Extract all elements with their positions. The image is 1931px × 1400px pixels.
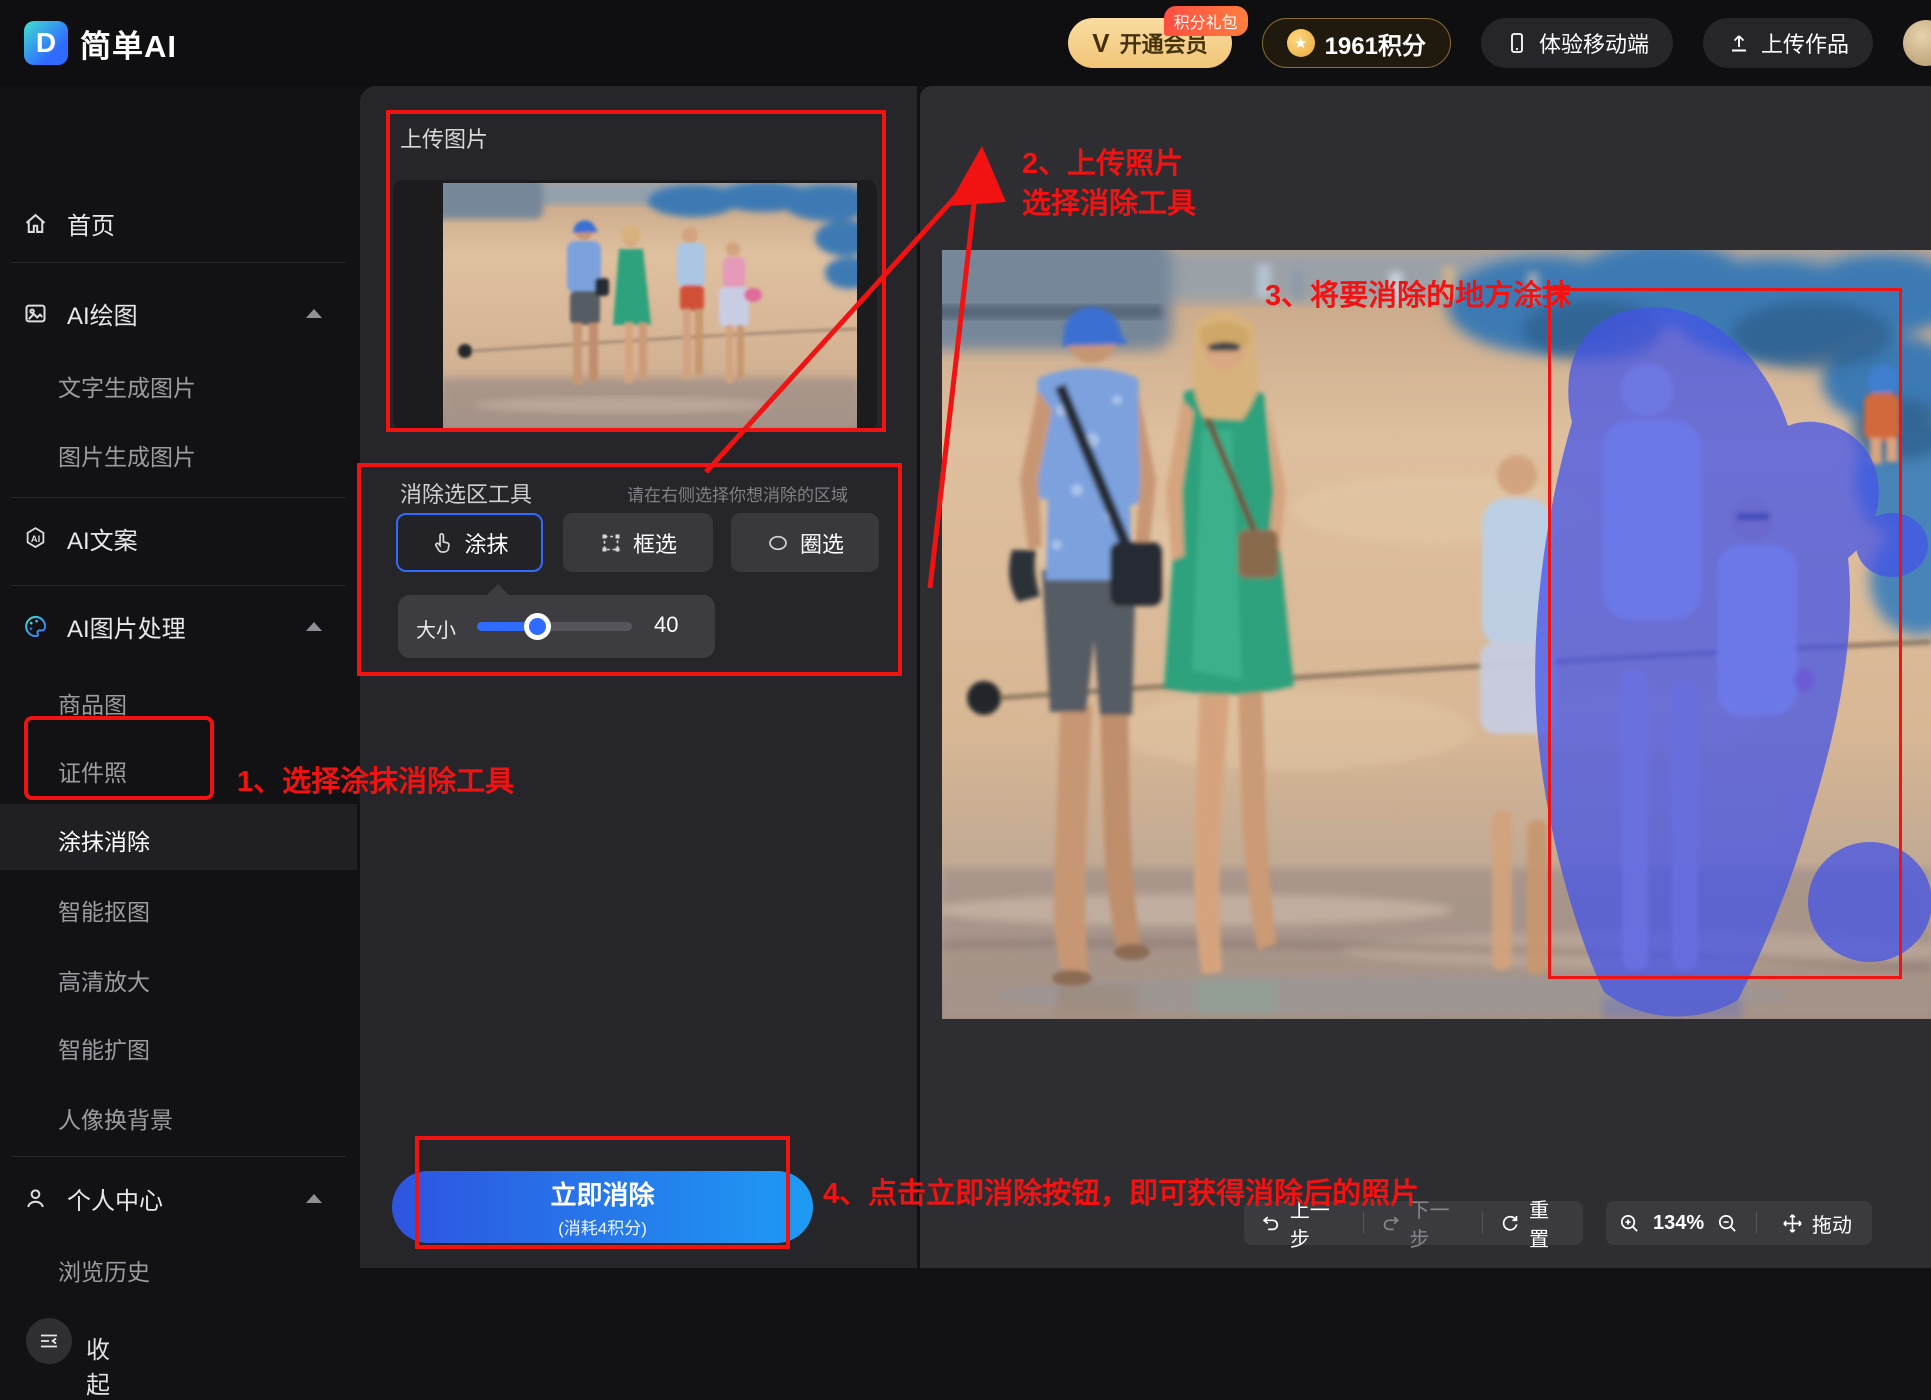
box-select-icon — [602, 534, 620, 551]
sidebar-item-product-image[interactable]: 商品图 — [58, 686, 127, 720]
zoom-level: 134% — [1653, 1211, 1705, 1234]
tool-smear-button[interactable]: 涂抹 — [396, 513, 543, 572]
redo-label: 下一步 — [1409, 1200, 1450, 1251]
sidebar-item-image-to-image[interactable]: 图片生成图片 — [58, 438, 196, 472]
collapse-arrow-icon — [306, 309, 322, 318]
upload-work-button[interactable]: 上传作品 — [1702, 18, 1873, 68]
sidebar-item-portrait-bg[interactable]: 人像换背景 — [58, 1101, 173, 1135]
zoom-toolbar: 134% 拖动 — [1606, 1201, 1872, 1245]
logo: D 简单AI — [24, 0, 177, 86]
logo-text: 简单AI — [80, 28, 177, 64]
collapse-arrow-icon — [306, 1194, 322, 1203]
zoom-in-icon[interactable] — [1618, 1212, 1641, 1235]
tool-circle-select-label: 圈选 — [799, 531, 844, 557]
image-icon — [25, 304, 46, 323]
collapse-label: 收起 — [86, 1337, 110, 1399]
points-gift-badge: 积分礼包 — [1163, 6, 1248, 36]
undo-label: 上一步 — [1289, 1200, 1330, 1251]
sidebar-group-ai-image[interactable]: AI图片处理 — [22, 609, 322, 644]
sidebar-item-browse-history[interactable]: 浏览历史 — [58, 1253, 150, 1287]
sidebar-group-label: AI绘图 — [67, 303, 138, 330]
brush-size-value: 40 — [654, 612, 679, 637]
move-icon — [1783, 1213, 1802, 1233]
home-icon — [25, 213, 46, 233]
avatar[interactable] — [1903, 20, 1931, 66]
brush-size-slider[interactable] — [477, 622, 632, 631]
points-label: 1961积分 — [1324, 32, 1426, 60]
phone-icon — [1511, 33, 1523, 53]
collapse-arrow-icon — [306, 622, 322, 631]
brush-size-label: 大小 — [416, 620, 456, 642]
redo-button[interactable]: 下一步 — [1364, 1194, 1483, 1252]
sidebar-group-ai-draw[interactable]: AI绘图 — [22, 296, 322, 331]
drag-label: 拖动 — [1812, 1214, 1852, 1237]
upload-section-title: 上传图片 — [400, 127, 489, 152]
mobile-app-label: 体验移动端 — [1538, 32, 1649, 57]
erase-now-label: 立即消除 — [550, 1180, 655, 1210]
canvas-panel: 上一步 下一步 重置 134% 拖动 — [920, 86, 1931, 1268]
tool-smear-label: 涂抹 — [464, 531, 509, 557]
divider — [12, 1156, 346, 1157]
header: D 简单AI V 开通会员 积分礼包 ★ 1961积分 体验移动端 上传作品 — [0, 0, 1931, 86]
sidebar-item-home[interactable]: 首页 — [22, 206, 115, 241]
collapse-icon — [41, 1334, 57, 1348]
tool-box-select-button[interactable]: 框选 — [563, 513, 713, 572]
tools-section-title: 消除选区工具 — [400, 482, 533, 507]
sidebar-group-label: AI图片处理 — [67, 616, 186, 643]
upload-icon — [1731, 35, 1746, 52]
sidebar: 首页 AI绘图 文字生成图片 图片生成图片 AI AI文案 AI图片处理 商品图… — [0, 86, 357, 1399]
sidebar-item-text-to-image[interactable]: 文字生成图片 — [58, 369, 196, 403]
vip-v-icon: V — [1092, 27, 1110, 58]
hand-icon — [435, 532, 451, 553]
sidebar-item-label: AI文案 — [67, 528, 138, 555]
sidebar-item-ai-copywriting[interactable]: AI AI文案 — [22, 521, 138, 556]
sidebar-item-smart-expand[interactable]: 智能扩图 — [58, 1031, 150, 1065]
brush-size-popover: 大小 40 — [398, 584, 715, 658]
zoom-out-icon[interactable] — [1716, 1212, 1739, 1235]
beach-photo-canvas[interactable] — [942, 250, 1931, 1019]
reset-button[interactable]: 重置 — [1483, 1194, 1583, 1252]
divider — [12, 262, 346, 263]
points-button[interactable]: ★ 1961积分 — [1261, 18, 1451, 68]
vip-button[interactable]: V 开通会员 积分礼包 — [1068, 6, 1248, 68]
upload-work-label: 上传作品 — [1760, 32, 1849, 57]
logo-icon: D — [24, 21, 68, 65]
sidebar-item-smear-erase[interactable]: 涂抹消除 — [58, 823, 150, 857]
uploaded-image-well[interactable] — [393, 180, 877, 430]
sidebar-item-hd-upscale[interactable]: 高清放大 — [58, 963, 150, 997]
history-toolbar: 上一步 下一步 重置 — [1244, 1200, 1583, 1251]
palette-icon — [25, 615, 47, 638]
circle-select-icon — [769, 535, 787, 550]
reset-icon — [1503, 1215, 1518, 1231]
tool-box-select-label: 框选 — [632, 531, 677, 557]
undo-icon — [1262, 1215, 1279, 1230]
erase-tool-panel: 上传图片 消除选区工具 请在右侧选择你想消除的区域 涂抹 框选 圈选 大小 40… — [360, 86, 917, 1268]
mobile-app-button[interactable]: 体验移动端 — [1480, 18, 1673, 68]
drag-button[interactable]: 拖动 — [1765, 1209, 1868, 1238]
sidebar-group-label: 个人中心 — [67, 1188, 163, 1215]
brush-size-slider-thumb[interactable] — [524, 613, 551, 640]
sidebar-item-id-photo[interactable]: 证件照 — [58, 754, 127, 788]
sidebar-item-smart-matting[interactable]: 智能抠图 — [58, 893, 150, 927]
erase-now-button[interactable]: 立即消除 (消耗4积分) — [392, 1171, 813, 1243]
reset-label: 重置 — [1529, 1200, 1550, 1251]
header-actions: V 开通会员 积分礼包 ★ 1961积分 体验移动端 上传作品 — [1068, 0, 1873, 86]
uploaded-image-thumbnail[interactable] — [443, 183, 857, 428]
sidebar-group-personal-center[interactable]: 个人中心 — [22, 1181, 322, 1216]
svg-text:AI: AI — [31, 534, 41, 545]
popover-pointer — [486, 584, 510, 596]
divider — [12, 497, 346, 498]
user-icon — [27, 1189, 44, 1208]
tools-hint: 请在右侧选择你想消除的区域 — [627, 486, 848, 505]
divider — [12, 585, 346, 586]
tool-circle-select-button[interactable]: 圈选 — [731, 513, 879, 572]
erase-cost-label: (消耗4积分) — [558, 1219, 647, 1238]
sidebar-active-highlight — [0, 804, 357, 870]
sidebar-item-label: 首页 — [67, 213, 115, 240]
coin-icon: ★ — [1286, 29, 1315, 57]
ai-copy-icon: AI — [26, 527, 45, 549]
redo-icon — [1383, 1215, 1399, 1230]
divider — [1755, 1212, 1757, 1234]
undo-button[interactable]: 上一步 — [1244, 1194, 1363, 1252]
